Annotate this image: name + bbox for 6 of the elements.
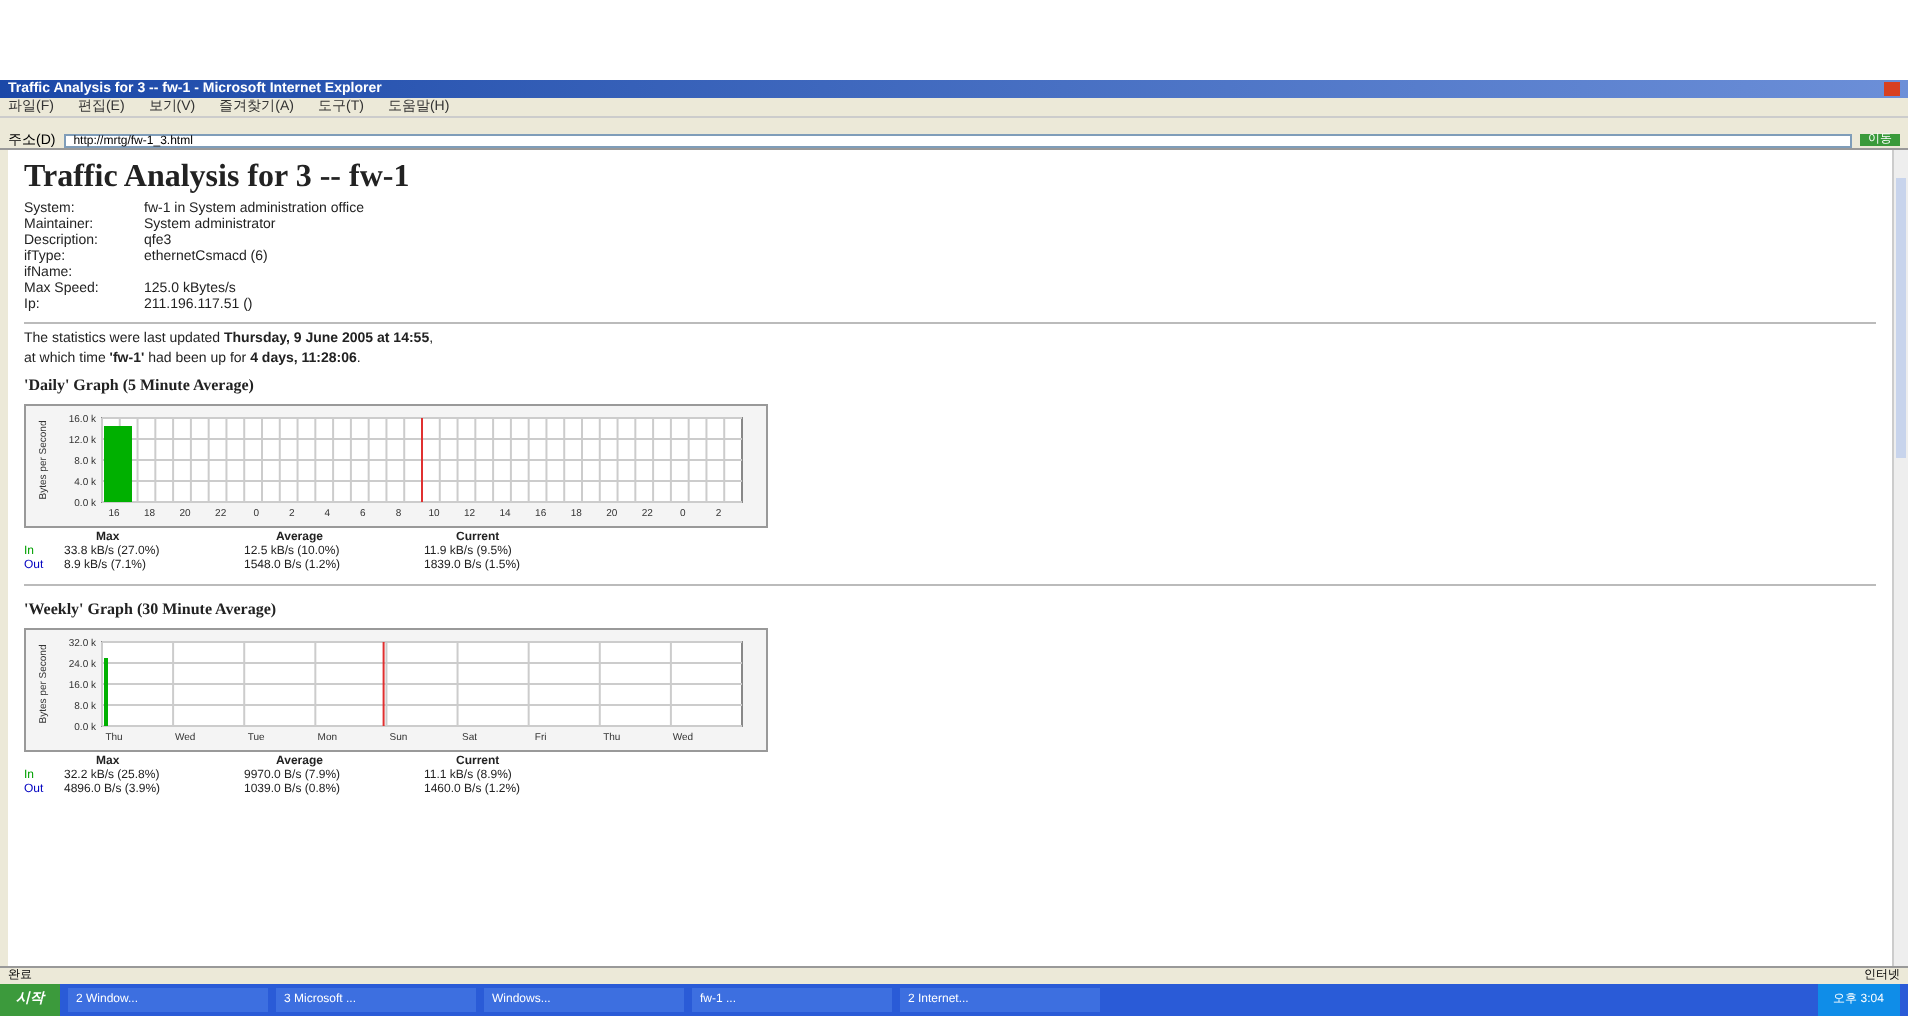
page-heading: Traffic Analysis for 3 -- fw-1	[24, 158, 412, 198]
graph-heading: 'Daily' Graph (5 Minute Average)	[24, 378, 256, 394]
graph-heading: 'Weekly' Graph (30 Minute Average)	[24, 602, 279, 618]
close-icon[interactable]	[1884, 82, 1900, 96]
scrollbar[interactable]	[1892, 150, 1908, 966]
traffic-bars	[104, 426, 132, 502]
